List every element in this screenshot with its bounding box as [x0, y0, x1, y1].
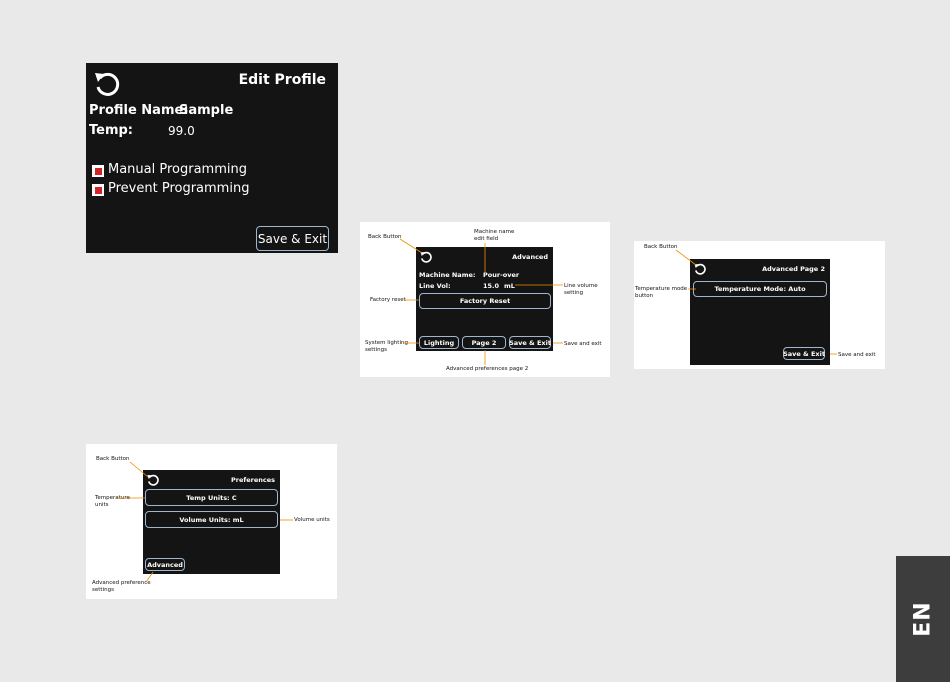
page-2-button[interactable]: Page 2 — [462, 336, 506, 349]
language-tab: EN — [896, 556, 950, 682]
screen-title: Advanced Page 2 — [762, 265, 825, 273]
callout-back-button: Back Button — [368, 234, 402, 240]
manual-programming-label: Manual Programming — [108, 162, 247, 177]
profile-name-label: Profile Name: — [89, 103, 189, 118]
advanced-page2-figure: Advanced Page 2 Temperature Mode: Auto S… — [634, 241, 885, 369]
callout-factory-reset: Factory reset — [370, 297, 406, 303]
save-exit-button[interactable]: Save & Exit — [783, 347, 825, 360]
refresh-back-icon[interactable] — [419, 250, 433, 264]
advanced-button[interactable]: Advanced — [145, 558, 185, 571]
callout-back-button: Back Button — [644, 244, 678, 250]
machine-name-field[interactable]: Pour-over — [483, 271, 519, 279]
callout-advanced-settings: Advanced preference settings — [92, 580, 151, 593]
line-vol-label: Line Vol: — [419, 282, 451, 290]
lighting-button[interactable]: Lighting — [419, 336, 459, 349]
refresh-back-icon[interactable] — [146, 473, 160, 487]
callout-volume-units: Volume units — [294, 517, 330, 523]
prevent-programming-checkbox[interactable] — [92, 184, 104, 196]
language-tab-label: EN — [910, 601, 936, 637]
edit-profile-screen: Edit Profile Profile Name: Sample Temp: … — [86, 63, 338, 253]
preferences-figure: Preferences Temp Units: C Volume Units: … — [86, 444, 337, 599]
callout-temperature-units: Temperature units — [95, 495, 130, 508]
factory-reset-button[interactable]: Factory Reset — [419, 293, 551, 309]
callout-machine-name: Machine name edit field — [474, 229, 515, 242]
callout-save-exit: Save and exit — [838, 352, 876, 358]
temp-field[interactable]: 99.0 — [168, 124, 195, 138]
volume-units-button[interactable]: Volume Units: mL — [145, 511, 278, 528]
screen-title: Edit Profile — [238, 72, 326, 88]
profile-name-field[interactable]: Sample — [179, 103, 233, 118]
callout-system-lighting: System lighting settings — [365, 340, 408, 353]
temp-units-button[interactable]: Temp Units: C — [145, 489, 278, 506]
advanced-screen: Advanced Machine Name: Pour-over Line Vo… — [416, 247, 553, 351]
screen-title: Advanced — [512, 253, 548, 261]
callout-save-exit: Save and exit — [564, 341, 602, 347]
save-exit-button[interactable]: Save & Exit — [256, 226, 329, 251]
preferences-screen: Preferences Temp Units: C Volume Units: … — [143, 470, 280, 574]
temperature-mode-button[interactable]: Temperature Mode: Auto — [693, 281, 827, 297]
advanced-page2-screen: Advanced Page 2 Temperature Mode: Auto S… — [690, 259, 830, 365]
callout-line-volume: Line volume setting — [564, 283, 598, 296]
advanced-figure: Advanced Machine Name: Pour-over Line Vo… — [360, 222, 610, 377]
prevent-programming-label: Prevent Programming — [108, 181, 250, 196]
callout-temperature-mode: Temperature mode button — [635, 286, 688, 299]
callout-back-button: Back Button — [96, 456, 130, 462]
line-vol-unit: mL — [504, 282, 515, 290]
manual-programming-checkbox[interactable] — [92, 165, 104, 177]
machine-name-label: Machine Name: — [419, 271, 476, 279]
callout-page-2: Advanced preferences page 2 — [446, 366, 529, 372]
line-vol-field[interactable]: 15.0 — [483, 282, 499, 290]
save-exit-button[interactable]: Save & Exit — [509, 336, 551, 349]
screen-title: Preferences — [231, 476, 275, 484]
refresh-back-icon[interactable] — [693, 262, 707, 276]
refresh-back-icon[interactable] — [92, 69, 122, 99]
temp-label: Temp: — [89, 123, 134, 138]
